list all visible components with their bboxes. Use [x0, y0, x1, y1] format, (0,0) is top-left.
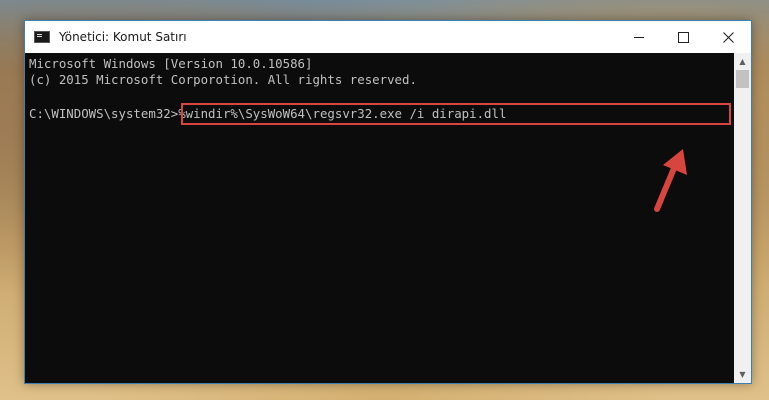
command-prompt-window: Yönetici: Komut Satırı Microsoft Windows… — [24, 20, 752, 384]
cmd-icon — [34, 31, 50, 43]
scroll-down-icon[interactable]: ▼ — [734, 366, 751, 383]
console-line: (c) 2015 Microsoft Corporotion. All righ… — [29, 72, 417, 87]
title-bar[interactable]: Yönetici: Komut Satırı — [25, 21, 751, 53]
vertical-scrollbar[interactable]: ▲ ▼ — [734, 53, 751, 383]
prompt-path: C:\WINDOWS\system32> — [29, 106, 179, 121]
window-title: Yönetici: Komut Satırı — [59, 30, 187, 44]
command-highlight-box — [181, 103, 731, 125]
console-line: Microsoft Windows [Version 10.0.10586] — [29, 56, 313, 71]
scrollbar-thumb[interactable] — [736, 70, 749, 88]
close-icon[interactable] — [706, 21, 751, 53]
window-controls — [616, 21, 751, 53]
maximize-icon[interactable] — [661, 21, 706, 53]
red-arrow-icon — [654, 149, 687, 212]
minimize-icon[interactable] — [616, 21, 661, 53]
console-output-area[interactable]: Microsoft Windows [Version 10.0.10586] (… — [25, 53, 734, 383]
scroll-up-icon[interactable]: ▲ — [734, 53, 751, 70]
